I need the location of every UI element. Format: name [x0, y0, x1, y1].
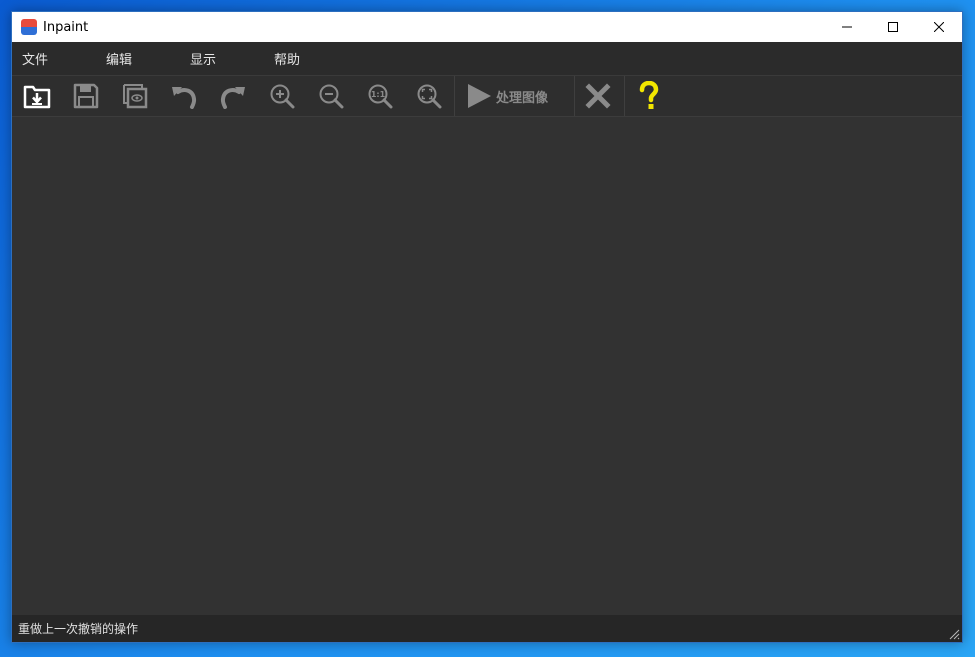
minimize-button[interactable]	[824, 12, 870, 42]
redo-icon	[220, 87, 245, 109]
zoom-out-icon	[319, 84, 344, 109]
zoom-out-button[interactable]	[315, 80, 347, 112]
preview-button[interactable]	[119, 80, 151, 112]
minimize-icon	[842, 26, 852, 28]
app-logo-icon	[21, 19, 37, 35]
status-text: 重做上一次撤销的操作	[18, 622, 139, 636]
toolbar-separator	[454, 76, 455, 116]
zoom-in-icon	[270, 84, 295, 109]
help-button[interactable]	[633, 80, 665, 112]
save-icon	[73, 83, 99, 109]
zoom-actual-button[interactable]: 1:1	[364, 80, 396, 112]
zoom-fit-icon	[417, 84, 442, 109]
toolbar-separator	[574, 76, 575, 116]
close-button[interactable]	[916, 12, 962, 42]
play-icon	[468, 84, 491, 108]
preview-icon	[123, 84, 148, 109]
save-button[interactable]	[70, 80, 102, 112]
menu-edit[interactable]: 编辑	[96, 49, 180, 68]
menu-file[interactable]: 文件	[12, 49, 96, 68]
undo-icon	[172, 87, 197, 109]
redo-button[interactable]	[217, 80, 249, 112]
toolbar-separator	[624, 76, 625, 116]
svg-text:1:1: 1:1	[371, 90, 386, 99]
process-image-label: 处理图像	[496, 90, 549, 106]
undo-button[interactable]	[168, 80, 200, 112]
maximize-icon	[888, 22, 898, 32]
process-image-button[interactable]: 处理图像	[466, 80, 548, 112]
close-x-icon	[585, 83, 611, 109]
zoom-fit-button[interactable]	[413, 80, 445, 112]
window-title: Inpaint	[43, 19, 89, 35]
menu-bar: 文件 编辑 显示 帮助	[12, 42, 962, 76]
open-button[interactable]	[21, 80, 53, 112]
title-bar[interactable]: Inpaint	[12, 12, 962, 42]
status-bar: 重做上一次撤销的操作	[12, 615, 962, 642]
open-icon	[23, 85, 51, 109]
maximize-button[interactable]	[870, 12, 916, 42]
image-canvas[interactable]	[12, 117, 962, 615]
menu-view[interactable]: 显示	[180, 49, 264, 68]
window-controls	[824, 12, 962, 42]
close-icon	[934, 22, 944, 32]
resize-grip-icon[interactable]	[948, 628, 960, 640]
zoom-in-button[interactable]	[266, 80, 298, 112]
cancel-button[interactable]	[582, 80, 614, 112]
menu-help[interactable]: 帮助	[264, 49, 348, 68]
toolbar: 1:1 处理图像	[12, 76, 962, 117]
help-icon	[639, 81, 659, 109]
zoom-actual-icon: 1:1	[368, 84, 393, 109]
app-window: Inpaint 文件 编辑 显示 帮助 1:1 处理图像 重做上一次撤销的操作	[11, 11, 963, 643]
